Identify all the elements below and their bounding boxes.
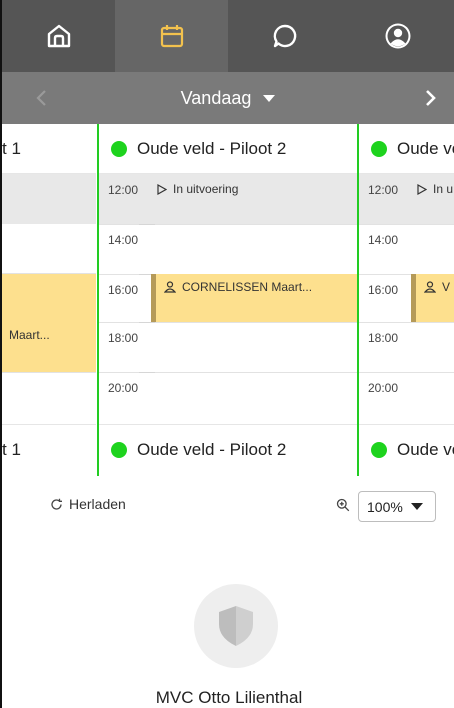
tab-profile[interactable]	[341, 0, 454, 72]
hour-divider	[99, 372, 357, 373]
person-icon	[424, 281, 436, 293]
time-label: 20:00	[368, 381, 399, 395]
reload-button[interactable]: Herladen	[50, 496, 126, 512]
time-tick	[139, 322, 155, 323]
reload-label: Herladen	[69, 496, 126, 512]
calendar-icon	[160, 25, 183, 48]
refresh-icon	[51, 498, 62, 510]
chevron-right-icon	[426, 90, 436, 106]
time-label: 16:00	[368, 283, 399, 297]
column-header: t 1	[2, 124, 96, 174]
schedule-grid: t 1 Maart... t 1 Oude veld - Piloot 2 12…	[0, 124, 454, 476]
time-tick	[139, 224, 155, 225]
schedule-column-left: t 1 Maart... t 1	[2, 124, 96, 476]
status-dot	[111, 140, 127, 157]
time-label: 18:00	[108, 331, 139, 345]
date-selector[interactable]: Vandaag	[181, 88, 276, 109]
column-header-label: Oude veld - Piloot 2	[137, 439, 287, 459]
status-label: In u	[433, 182, 454, 196]
time-label: 12:00	[108, 183, 139, 197]
zoom-icon	[336, 498, 350, 512]
club-name: MVC Otto Lilienthal	[155, 688, 303, 707]
hour-divider	[359, 372, 454, 373]
time-label: 12:00	[368, 183, 399, 197]
schedule-column-right: Oude ve 12:00 In u 14:00 16:00 V 18:00 2…	[357, 124, 454, 476]
previous-day-button[interactable]	[28, 84, 54, 112]
home-icon	[47, 24, 70, 48]
time-label: 14:00	[108, 233, 139, 247]
tab-calendar[interactable]	[115, 0, 228, 72]
booking-block[interactable]: V	[411, 274, 454, 322]
active-timeslot-band	[2, 174, 96, 224]
schedule-column-piloot-2: Oude veld - Piloot 2 12:00 In uitvoering…	[97, 124, 357, 476]
user-icon	[385, 23, 410, 49]
hour-divider	[359, 322, 454, 323]
next-day-button[interactable]	[416, 84, 446, 112]
time-label: 20:00	[108, 381, 139, 395]
tab-home[interactable]	[2, 0, 115, 72]
status-dot	[371, 140, 387, 157]
zoom-value: 100%	[367, 498, 403, 515]
play-icon	[417, 183, 427, 195]
booking-label: Maart...	[9, 328, 50, 342]
column-footer-header: t 1	[2, 424, 96, 474]
time-label: 14:00	[368, 233, 399, 247]
time-label: 18:00	[368, 331, 399, 345]
column-header: Oude ve	[359, 124, 454, 174]
hour-divider	[359, 224, 454, 225]
person-icon	[164, 281, 176, 293]
column-header-label: t 1	[2, 138, 21, 158]
club-logo	[194, 584, 278, 668]
booking-label: V	[442, 280, 451, 294]
booking-block[interactable]: CORNELISSEN Maart...	[151, 274, 357, 322]
caret-down-icon	[263, 94, 276, 102]
play-icon	[157, 183, 167, 195]
caret-down-icon	[410, 503, 423, 510]
hour-divider	[2, 372, 96, 373]
booking-block-label[interactable]: Maart...	[2, 322, 96, 372]
chat-icon	[273, 24, 296, 48]
booking-label: CORNELISSEN Maart...	[182, 280, 313, 294]
top-navigation	[0, 0, 454, 72]
date-bar: Vandaag	[0, 72, 454, 124]
schedule-tools: Herladen 100% MVC Otto Lilienthal	[0, 476, 454, 708]
column-header-label: Oude ve	[397, 138, 454, 158]
date-label: Vandaag	[180, 87, 252, 108]
column-header: Oude veld - Piloot 2	[99, 124, 357, 174]
time-label: 16:00	[108, 283, 139, 297]
hour-divider	[99, 224, 357, 225]
status-in-progress: In u	[417, 182, 453, 196]
status-dot	[111, 441, 127, 458]
column-header-label: Oude veld - Piloot 2	[137, 138, 287, 158]
chevron-left-icon	[36, 90, 46, 106]
status-label: In uitvoering	[173, 182, 239, 196]
zoom-select[interactable]: 100%	[358, 491, 436, 522]
column-header-label: t 1	[2, 439, 21, 459]
hour-divider	[99, 322, 357, 323]
shield-icon	[219, 606, 253, 646]
time-tick	[139, 372, 155, 373]
status-in-progress: In uitvoering	[157, 182, 238, 196]
column-footer-header: Oude ve	[359, 424, 454, 474]
booking-block[interactable]	[2, 274, 96, 322]
column-footer-header: Oude veld - Piloot 2	[99, 424, 357, 474]
tab-chat[interactable]	[228, 0, 341, 72]
status-dot	[371, 441, 387, 458]
column-header-label: Oude ve	[397, 439, 454, 459]
